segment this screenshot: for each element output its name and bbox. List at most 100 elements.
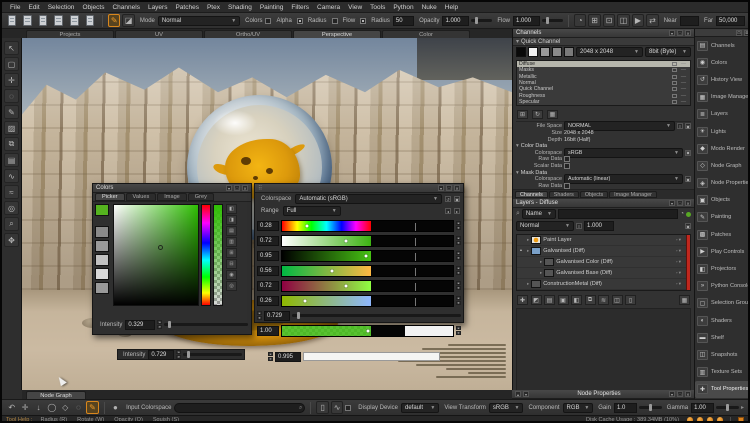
picker-tab[interactable]: Values bbox=[126, 193, 157, 201]
gain-field[interactable]: 1.0 bbox=[614, 403, 637, 413]
menu-item[interactable]: View bbox=[344, 4, 366, 11]
menu-item[interactable]: Help bbox=[441, 4, 462, 11]
layer-scrollbar[interactable] bbox=[686, 235, 690, 290]
menu-item[interactable]: Painting bbox=[256, 4, 288, 11]
pan-tool[interactable]: ✥ bbox=[4, 233, 19, 247]
slider-value-field[interactable]: 0.95 bbox=[257, 251, 279, 261]
palette-tool-properties[interactable]: ✚ Tool Properties bbox=[695, 381, 750, 398]
palette-node-properties[interactable]: ◈ Node Properties bbox=[695, 175, 750, 192]
close-icon[interactable]: ⊠ bbox=[744, 30, 750, 36]
curve-icon[interactable]: ∿ bbox=[331, 401, 343, 414]
picker-option-icon[interactable]: ◉ bbox=[226, 270, 237, 280]
menu-item[interactable]: Camera bbox=[313, 4, 344, 11]
add-procedural-icon[interactable]: ▤ bbox=[544, 295, 555, 305]
floating-intensity-field[interactable]: 0.729 bbox=[148, 350, 174, 360]
menu-item[interactable]: Ptex bbox=[203, 4, 224, 11]
remove-layer-icon[interactable]: ▯ bbox=[625, 295, 636, 305]
value-slider[interactable]: 0.95 ▲▼ bbox=[255, 249, 463, 262]
red-slider[interactable]: 0.56 ▲▼ bbox=[255, 264, 463, 277]
menu-item[interactable]: Objects bbox=[78, 4, 108, 11]
Galvanised Base (Diff)[interactable]: •▸ Galvanised Base (Diff)▫ ▾ bbox=[517, 268, 690, 279]
projection-clock-icon[interactable]: ◔ bbox=[574, 14, 586, 27]
drop-node-icon[interactable]: ↓ bbox=[33, 402, 44, 414]
menu-item[interactable]: Selection bbox=[44, 4, 79, 11]
play-icon[interactable]: ▶ bbox=[632, 14, 644, 27]
palette-patches[interactable]: ▩ Patches bbox=[695, 226, 750, 243]
channel-swatch[interactable] bbox=[540, 47, 550, 57]
cache-layer-icon[interactable]: ⧉ bbox=[585, 295, 596, 305]
marquee-select-tool[interactable]: ▢ bbox=[4, 57, 19, 71]
layer-search-input[interactable] bbox=[558, 209, 678, 219]
floating-intensity-track[interactable] bbox=[183, 353, 242, 356]
expand-icon[interactable]: ▸ bbox=[741, 404, 744, 411]
palette-shelf[interactable]: ▬ Shelf bbox=[695, 329, 750, 346]
channel-swatch[interactable] bbox=[564, 47, 574, 57]
import-icon[interactable] bbox=[54, 15, 63, 26]
Galvanised Color (Diff)[interactable]: •▸ Galvanised Color (Diff)▫ ▾ bbox=[517, 257, 690, 268]
dock-tab[interactable]: Shaders bbox=[549, 191, 579, 198]
sync-channel-icon[interactable]: ↻ bbox=[532, 110, 543, 119]
gamma-slider[interactable] bbox=[716, 406, 739, 409]
sphere-preview-icon[interactable]: ● bbox=[110, 402, 121, 414]
blue-slider[interactable]: 0.26 ▲▼ bbox=[255, 294, 463, 307]
node-graph-tab[interactable]: Node Graph bbox=[26, 391, 86, 399]
channels-panel-header[interactable]: Channels ▾□✕ bbox=[513, 29, 694, 38]
Masks[interactable]: Masks— bbox=[517, 67, 690, 73]
colorspace-search-input[interactable]: ⌕ bbox=[174, 403, 305, 413]
clone-stamp-tool[interactable]: ⧉ bbox=[4, 137, 19, 151]
blend-mode-dropdown[interactable]: Normal▼ bbox=[516, 221, 574, 231]
gamma-field[interactable]: 1.00 bbox=[691, 403, 714, 413]
toolbar-checkbox[interactable]: Flow bbox=[332, 18, 357, 24]
circle-select-icon[interactable]: ◯ bbox=[46, 402, 57, 414]
undo-arrow-icon[interactable]: ↶ bbox=[6, 402, 17, 414]
channel-swatch[interactable] bbox=[528, 47, 538, 57]
range-dropdown[interactable]: Full▼ bbox=[283, 206, 341, 216]
palette-selection-groups[interactable]: ▢ Selection Groups bbox=[695, 295, 750, 312]
menu-item[interactable]: Channels bbox=[108, 4, 143, 11]
Specular[interactable]: Specular— bbox=[517, 99, 690, 105]
palette-play-controls[interactable]: ▶ Play Controls bbox=[695, 243, 750, 260]
palette-lights[interactable]: ☀ Lights bbox=[695, 123, 750, 140]
menu-item[interactable]: Tools bbox=[366, 4, 389, 11]
symmetry-icon[interactable]: ⇄ bbox=[646, 14, 658, 27]
float-icon[interactable]: □ bbox=[234, 185, 240, 191]
status-indicator-icon[interactable] bbox=[717, 417, 723, 423]
layers-panel-header[interactable]: Layers - Diffuse ▾□✕ bbox=[513, 199, 694, 208]
opacity-slider[interactable] bbox=[471, 19, 492, 22]
Diffuse[interactable]: Diffuse— bbox=[517, 61, 690, 67]
picker-option-icon[interactable]: ⊟ bbox=[226, 259, 237, 269]
move-node-icon[interactable]: ✛ bbox=[19, 402, 30, 414]
recent-color-swatch[interactable] bbox=[95, 226, 109, 238]
flow-slider[interactable] bbox=[542, 19, 563, 22]
add-mask-icon[interactable]: ◧ bbox=[571, 295, 582, 305]
menu-item[interactable]: Patches bbox=[171, 4, 203, 11]
alpha-value-field[interactable]: 1.00 bbox=[257, 326, 279, 336]
add-layer-icon[interactable]: ✚ bbox=[517, 295, 528, 305]
colorspace-reset-icon[interactable]: ↺ bbox=[445, 196, 451, 202]
gain-slider[interactable] bbox=[639, 406, 662, 409]
pin-icon[interactable]: ▾ bbox=[438, 185, 444, 191]
Quick Channel[interactable]: Quick Channel— bbox=[517, 86, 690, 92]
floating-value-field[interactable]: 0.995 bbox=[275, 352, 301, 362]
green-slider[interactable]: 0.72 ▲▼ bbox=[255, 279, 463, 292]
dock-tab[interactable]: Channels bbox=[515, 191, 548, 198]
component-dropdown[interactable]: RGB▼ bbox=[563, 403, 594, 413]
alpha-slider[interactable] bbox=[281, 325, 454, 337]
slider-value-field[interactable]: 0.56 bbox=[257, 266, 279, 276]
palette-node-graph[interactable]: ◇ Node Graph bbox=[695, 157, 750, 174]
duplicate-layer-icon[interactable]: ◫ bbox=[612, 295, 623, 305]
slider-value-field[interactable]: 0.26 bbox=[257, 296, 279, 306]
lut-file-icon[interactable]: ▯ bbox=[316, 401, 328, 414]
palette-painting[interactable]: ✎ Painting bbox=[695, 209, 750, 226]
saturation-slider[interactable]: 0.72 ▲▼ bbox=[255, 234, 463, 247]
viewport-tab[interactable]: UV bbox=[115, 30, 203, 38]
hue-slider[interactable]: 0.28 ▲▼ bbox=[255, 219, 463, 232]
zoom-tool[interactable]: ⌕ bbox=[4, 217, 19, 231]
mix-spinner[interactable]: ▲▼ bbox=[257, 311, 262, 320]
color-colorspace-dropdown[interactable]: sRGB▼ bbox=[564, 148, 683, 158]
projection-grid-icon[interactable]: ⊞ bbox=[588, 14, 600, 27]
viewport-tab[interactable]: Projects bbox=[26, 30, 114, 38]
flow-field[interactable]: 1.000 bbox=[513, 16, 540, 26]
channel-size-dropdown[interactable]: 2048 x 2048▼ bbox=[576, 47, 643, 57]
channel-swatch[interactable] bbox=[516, 47, 526, 57]
